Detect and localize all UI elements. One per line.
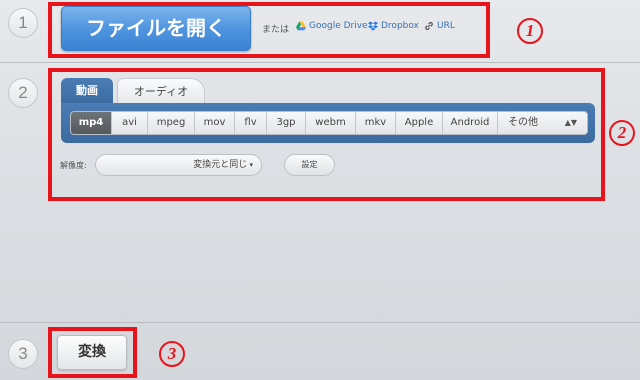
- annotation-2: 2: [609, 120, 635, 146]
- step-number-3: 3: [8, 339, 38, 369]
- highlight-box-2: [48, 68, 605, 201]
- highlight-box-3: [48, 327, 137, 378]
- section-divider-1: [0, 62, 640, 63]
- annotation-1: 1: [517, 18, 543, 44]
- section-divider-2: [0, 322, 640, 323]
- step-number-1: 1: [8, 8, 38, 38]
- step-number-2: 2: [8, 78, 38, 108]
- annotation-3: 3: [159, 341, 185, 367]
- highlight-box-1: [48, 2, 490, 58]
